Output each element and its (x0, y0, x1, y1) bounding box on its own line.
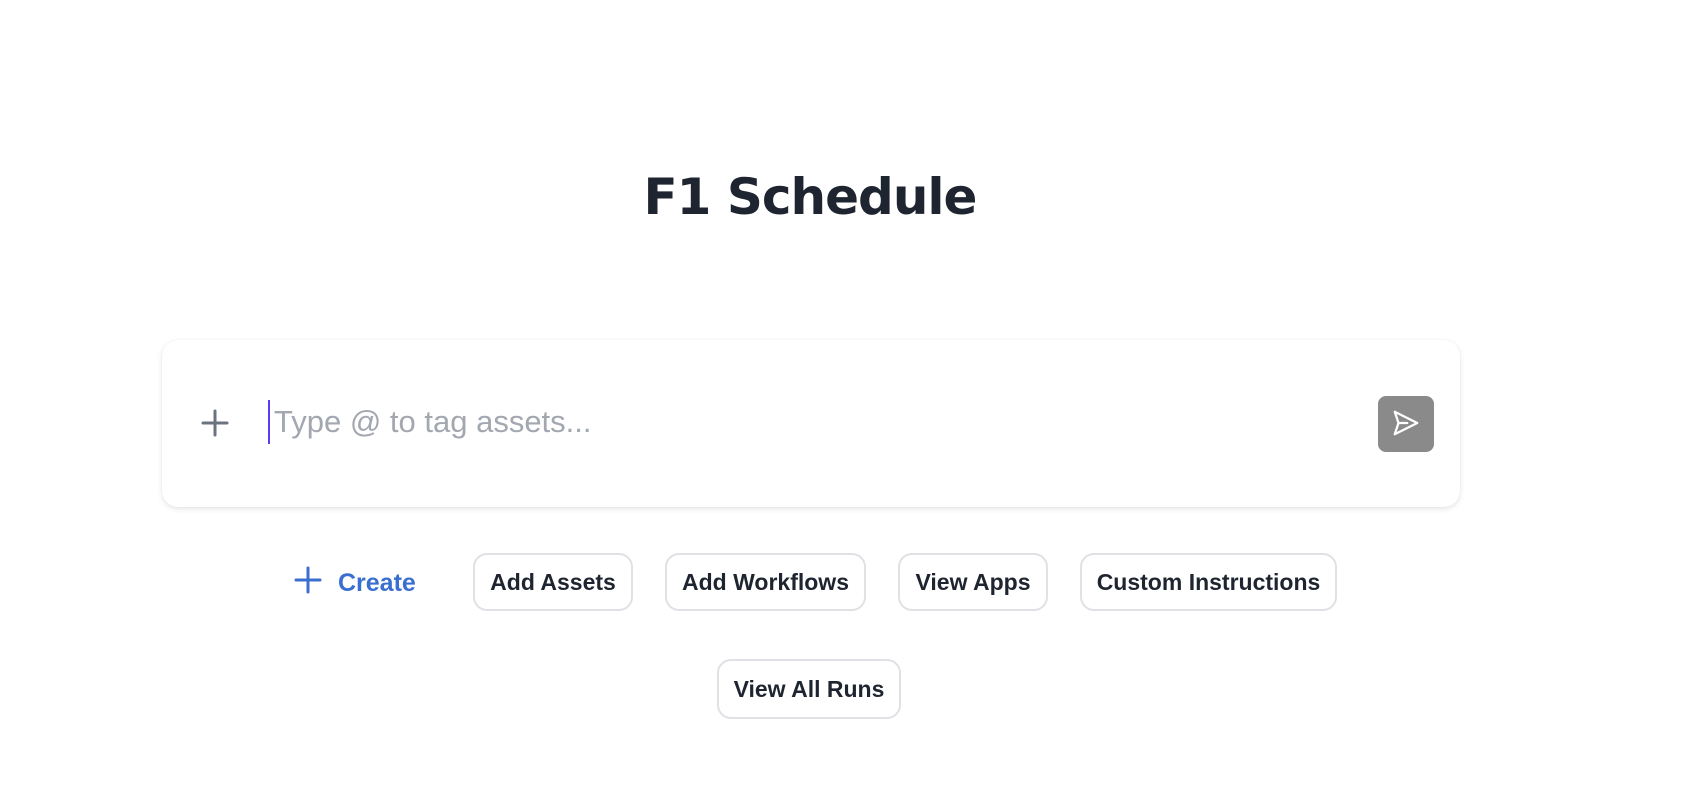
plus-icon (294, 566, 322, 601)
send-button[interactable] (1378, 396, 1434, 452)
custom-instructions-button[interactable]: Custom Instructions (1080, 553, 1337, 611)
page-title: F1 Schedule (643, 168, 978, 226)
page: F1 Schedule Type @ to tag assets... Crea… (0, 0, 1682, 804)
plus-icon[interactable] (200, 408, 230, 438)
view-all-runs-button[interactable]: View All Runs (717, 659, 901, 719)
add-assets-button[interactable]: Add Assets (473, 553, 633, 611)
send-icon (1391, 408, 1421, 441)
prompt-input[interactable] (268, 400, 1324, 444)
create-label: Create (338, 568, 416, 597)
quick-actions: Create Add Assets Add Workflows View App… (0, 553, 1682, 613)
view-apps-button[interactable]: View Apps (898, 553, 1048, 611)
create-button[interactable]: Create (290, 553, 420, 613)
add-workflows-button[interactable]: Add Workflows (665, 553, 866, 611)
prompt-composer (162, 340, 1460, 507)
